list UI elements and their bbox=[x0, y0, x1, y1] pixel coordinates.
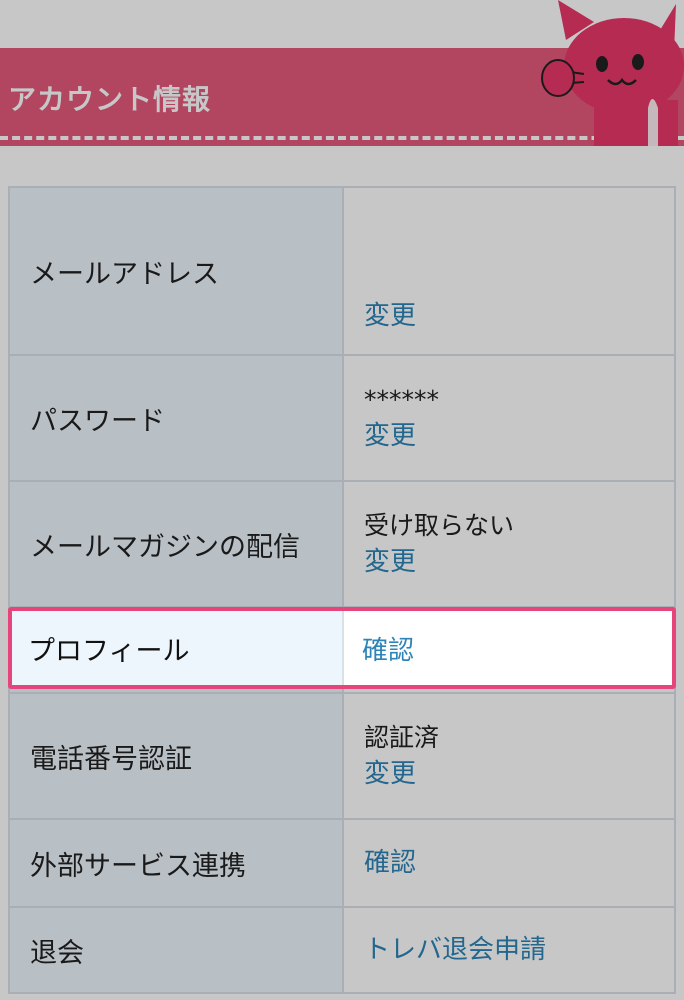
highlighted-profile-row[interactable]: プロフィール 確認 bbox=[8, 607, 676, 689]
confirm-profile-link[interactable]: 確認 bbox=[342, 611, 672, 685]
dim-overlay bbox=[0, 0, 684, 1000]
row-label-profile: プロフィール bbox=[12, 611, 342, 685]
